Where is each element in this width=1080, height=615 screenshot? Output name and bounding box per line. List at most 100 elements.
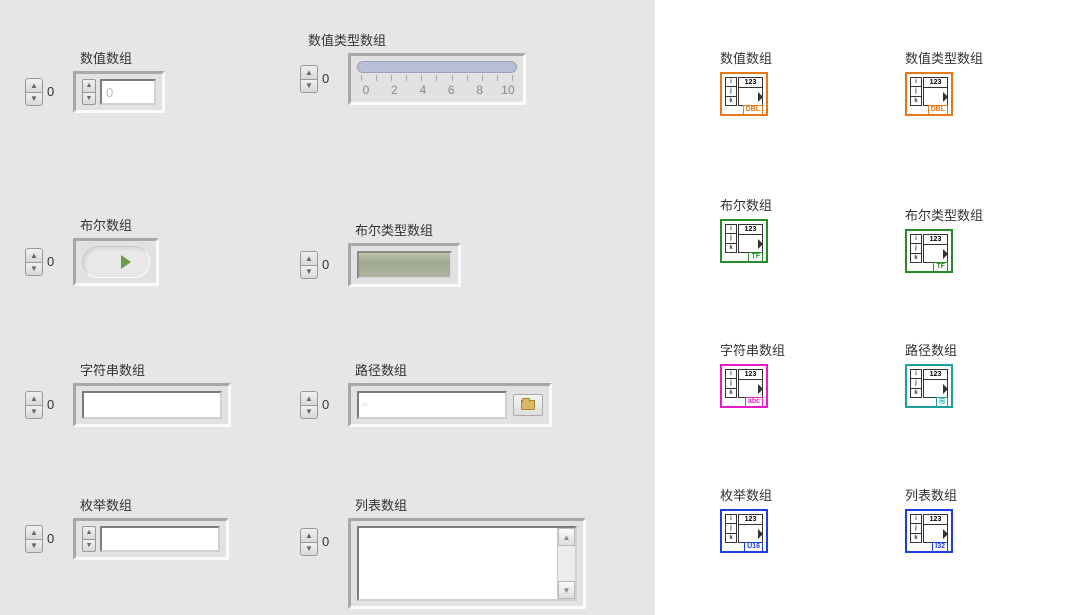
value-spinner[interactable]: ▲ ▼ xyxy=(82,79,96,105)
bd-string-array-label: 字符串数组 xyxy=(720,340,785,359)
down-arrow-icon[interactable]: ▼ xyxy=(25,262,43,277)
down-arrow-icon[interactable]: ▼ xyxy=(82,92,96,106)
toggle-switch[interactable] xyxy=(82,246,150,278)
path-array-label: 路径数组 xyxy=(355,360,552,379)
numeric-type-array-frame: 0 2 4 6 8 10 xyxy=(348,53,526,105)
bd-bool-type-array[interactable]: 布尔类型数组 ijk 123 TF xyxy=(905,205,983,273)
list-box[interactable]: ▲ ▼ xyxy=(357,526,577,601)
scroll-track[interactable] xyxy=(558,546,575,581)
string-array-control: 字符串数组 ▲▼ 0 xyxy=(25,360,231,427)
bool-type-array-index-spinner[interactable]: ▲▼ 0 xyxy=(300,251,344,279)
bool-array-index-spinner[interactable]: ▲▼ 0 xyxy=(25,248,69,276)
down-arrow-icon[interactable]: ▼ xyxy=(25,539,43,554)
down-arrow-icon[interactable]: ▼ xyxy=(300,79,318,94)
bd-enum-array[interactable]: 枚举数组 ijk 123 U16 xyxy=(720,485,772,553)
index-value[interactable]: 0 xyxy=(43,528,69,550)
down-arrow-icon[interactable]: ▼ xyxy=(82,539,96,553)
path-array-index-spinner[interactable]: ▲▼ 0 xyxy=(300,391,344,419)
bool-type-array-frame xyxy=(348,243,461,287)
up-arrow-icon[interactable]: ▲ xyxy=(300,391,318,405)
bd-bool-array[interactable]: 布尔数组 ijk 123 TF xyxy=(720,195,772,263)
path-array-frame: ▫ xyxy=(348,383,552,427)
index-value[interactable]: 0 xyxy=(318,68,344,90)
bool-indicator[interactable] xyxy=(357,251,452,279)
array-icon: ijk 123 TF xyxy=(905,229,953,273)
string-input[interactable] xyxy=(82,391,222,419)
numeric-array-index-spinner[interactable]: ▲ ▼ 0 xyxy=(25,78,69,106)
bd-path-array[interactable]: 路径数组 ijk 123 ⎘ xyxy=(905,340,957,408)
down-arrow-icon[interactable]: ▼ xyxy=(25,92,43,107)
folder-icon xyxy=(521,400,535,410)
type-tag: TF xyxy=(933,262,948,272)
bd-list-array[interactable]: 列表数组 ijk 123 I32 xyxy=(905,485,957,553)
up-arrow-icon[interactable]: ▲ xyxy=(25,248,43,262)
numeric-array-frame: ▲ ▼ 0 xyxy=(73,71,165,113)
up-arrow-icon[interactable]: ▲ xyxy=(300,251,318,265)
down-arrow-icon[interactable]: ▼ xyxy=(25,405,43,420)
bd-numeric-type-array-label: 数值类型数组 xyxy=(905,48,983,67)
enum-array-frame: ▲▼ xyxy=(73,518,229,560)
up-arrow-icon[interactable]: ▲ xyxy=(25,525,43,539)
up-arrow-icon[interactable]: ▲ xyxy=(82,79,96,92)
scrollbar[interactable]: ▲ ▼ xyxy=(557,528,575,599)
bool-array-label: 布尔数组 xyxy=(80,215,159,234)
numeric-input[interactable]: 0 xyxy=(100,79,156,105)
bd-bool-array-label: 布尔数组 xyxy=(720,195,772,214)
enum-array-label: 枚举数组 xyxy=(80,495,229,514)
slider-control[interactable]: 0 2 4 6 8 10 xyxy=(357,61,517,97)
array-icon: ijk 123 I32 xyxy=(905,509,953,553)
scroll-up-icon[interactable]: ▲ xyxy=(558,528,575,546)
enum-array-control: 枚举数组 ▲▼ 0 ▲▼ xyxy=(25,495,229,560)
string-array-index-spinner[interactable]: ▲▼ 0 xyxy=(25,391,69,419)
bd-numeric-array[interactable]: 数值数组 ijk 123 DBL xyxy=(720,48,772,116)
enum-array-index-spinner[interactable]: ▲▼ 0 xyxy=(25,525,69,553)
list-array-label: 列表数组 xyxy=(355,495,586,514)
array-icon: ijk 123 abc xyxy=(720,364,768,408)
bd-enum-array-label: 枚举数组 xyxy=(720,485,772,504)
list-array-index-spinner[interactable]: ▲▼ 0 xyxy=(300,528,344,556)
index-value[interactable]: 0 xyxy=(43,394,69,416)
down-arrow-icon[interactable]: ▼ xyxy=(300,405,318,420)
type-tag: ⎘ xyxy=(936,397,948,407)
index-ijk-icon: ijk xyxy=(910,77,922,106)
down-arrow-icon[interactable]: ▼ xyxy=(300,542,318,557)
up-arrow-icon[interactable]: ▲ xyxy=(25,391,43,405)
browse-button[interactable] xyxy=(513,394,543,416)
down-arrow-icon[interactable]: ▼ xyxy=(300,265,318,280)
front-panel: 数值数组 ▲ ▼ 0 ▲ ▼ 0 数值类型数组 ▲ xyxy=(0,0,655,615)
path-input[interactable]: ▫ xyxy=(357,391,507,419)
index-ijk-icon: ijk xyxy=(910,234,922,263)
enum-input[interactable] xyxy=(100,526,220,552)
up-arrow-icon[interactable]: ▲ xyxy=(25,78,43,92)
up-arrow-icon[interactable]: ▲ xyxy=(300,528,318,542)
numeric-type-array-index-spinner[interactable]: ▲ ▼ 0 xyxy=(300,65,344,93)
list-array-frame: ▲ ▼ xyxy=(348,518,586,609)
array-icon: ijk 123 DBL xyxy=(905,72,953,116)
index-value[interactable]: 0 xyxy=(318,254,344,276)
bd-numeric-type-array[interactable]: 数值类型数组 ijk 123 DBL xyxy=(905,48,983,116)
type-tag: I32 xyxy=(932,542,948,552)
index-value[interactable]: 0 xyxy=(43,251,69,273)
up-arrow-icon[interactable]: ▲ xyxy=(82,526,96,539)
slider-scale: 0 2 4 6 8 10 xyxy=(357,83,517,97)
index-value[interactable]: 0 xyxy=(318,394,344,416)
bool-array-control: 布尔数组 ▲▼ 0 xyxy=(25,215,159,286)
bd-string-array[interactable]: 字符串数组 ijk 123 abc xyxy=(720,340,785,408)
list-array-control: 列表数组 ▲▼ 0 ▲ ▼ xyxy=(300,495,586,609)
array-icon: ijk 123 TF xyxy=(720,219,768,263)
string-array-frame xyxy=(73,383,231,427)
numeric-array-control: 数值数组 ▲ ▼ 0 ▲ ▼ 0 xyxy=(25,48,165,113)
index-value[interactable]: 0 xyxy=(318,531,344,553)
block-diagram: 数值数组 ijk 123 DBL 数值类型数组 ijk 123 DBL 布尔数组… xyxy=(655,0,1080,615)
type-tag: TF xyxy=(748,252,763,262)
enum-spinner[interactable]: ▲▼ xyxy=(82,526,96,552)
index-ijk-icon: ijk xyxy=(725,77,737,106)
slider-tick-marks xyxy=(357,75,517,81)
scroll-down-icon[interactable]: ▼ xyxy=(558,581,575,599)
bd-bool-type-array-label: 布尔类型数组 xyxy=(905,205,983,224)
up-arrow-icon[interactable]: ▲ xyxy=(300,65,318,79)
slider-track[interactable] xyxy=(357,61,517,73)
index-ijk-icon: ijk xyxy=(910,514,922,543)
index-value[interactable]: 0 xyxy=(43,81,69,103)
path-array-control: 路径数组 ▲▼ 0 ▫ xyxy=(300,360,552,427)
